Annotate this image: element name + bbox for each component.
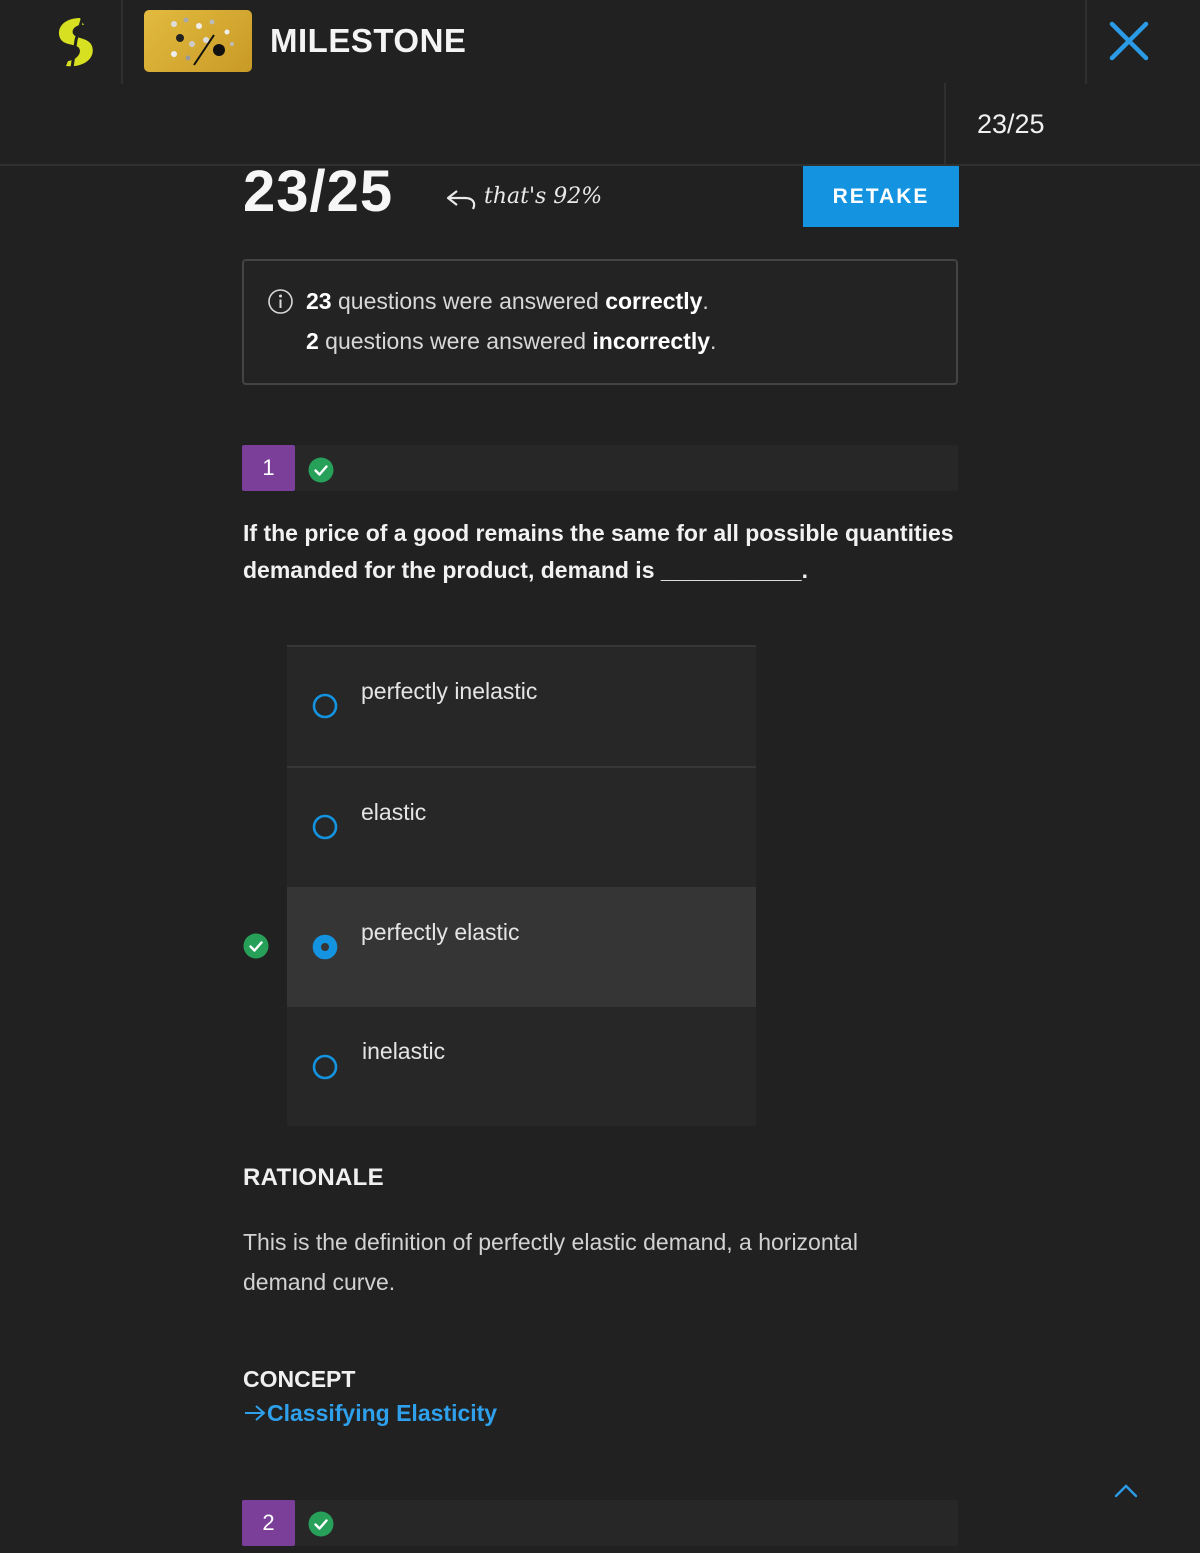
radio-unselected-icon[interactable] [312,1054,338,1080]
summary-correct: 23 questions were answered correctly. [306,288,709,315]
page-title: MILESTONE [270,22,467,59]
radio-selected-icon[interactable] [312,934,338,960]
answer-option[interactable]: elastic [287,768,756,887]
answer-option-selected[interactable]: perfectly elastic [287,887,756,1007]
question-number: 1 [242,445,295,491]
summary-incorrect: 2 questions were answered incorrectly. [306,328,716,355]
correct-count: 23 [306,288,332,314]
question-header [242,1500,958,1546]
rationale-text: This is the definition of perfectly elas… [243,1229,858,1295]
check-circle-icon [308,457,334,483]
option-label: elastic [361,799,427,825]
close-icon[interactable] [1106,18,1152,64]
question-header [242,445,958,491]
info-icon [268,289,293,314]
divider [1085,0,1087,84]
score-value: 23/25 [243,159,394,224]
top-bar: MILESTONE [0,0,1200,84]
header-divider [0,164,1200,166]
option-label: inelastic [362,1038,446,1064]
results-summary [242,259,958,385]
option-label: perfectly inelastic [361,678,538,704]
check-circle-icon [308,1511,334,1537]
progress-count: 23/25 [977,109,1045,139]
concept-heading: CONCEPT [243,1366,356,1392]
divider [944,83,946,165]
coins-image [171,17,234,66]
score-percent: that's 92% [484,184,603,209]
radio-unselected-icon[interactable] [312,814,338,840]
incorrect-count: 2 [306,328,319,354]
arrow-right-icon [245,1405,266,1421]
check-circle-icon [243,933,269,959]
correct-word: correctly [605,288,703,314]
answer-option[interactable]: perfectly inelastic [287,647,756,766]
answer-option[interactable]: inelastic [287,1007,756,1126]
question-text: If the price of a good remains the same … [243,520,954,583]
chevron-up-icon[interactable] [1112,1480,1140,1502]
radio-unselected-icon[interactable] [312,693,338,719]
curved-arrow-icon [446,190,476,210]
concept-link-label: Classifying Elasticity [267,1400,498,1426]
summary-text: questions were answered [318,328,593,354]
retake-button[interactable]: RETAKE [803,166,959,227]
question-number: 2 [242,1500,295,1546]
option-label: perfectly elastic [361,919,520,945]
sophia-logo-icon[interactable] [50,14,102,70]
divider [121,0,123,84]
concept-link[interactable]: Classifying Elasticity [243,1400,497,1427]
rationale-heading: RATIONALE [243,1164,384,1191]
incorrect-word: incorrectly [592,328,711,354]
summary-text: questions were answered [331,288,606,314]
course-thumbnail [144,10,252,72]
period: . [710,328,717,354]
period: . [702,288,709,314]
